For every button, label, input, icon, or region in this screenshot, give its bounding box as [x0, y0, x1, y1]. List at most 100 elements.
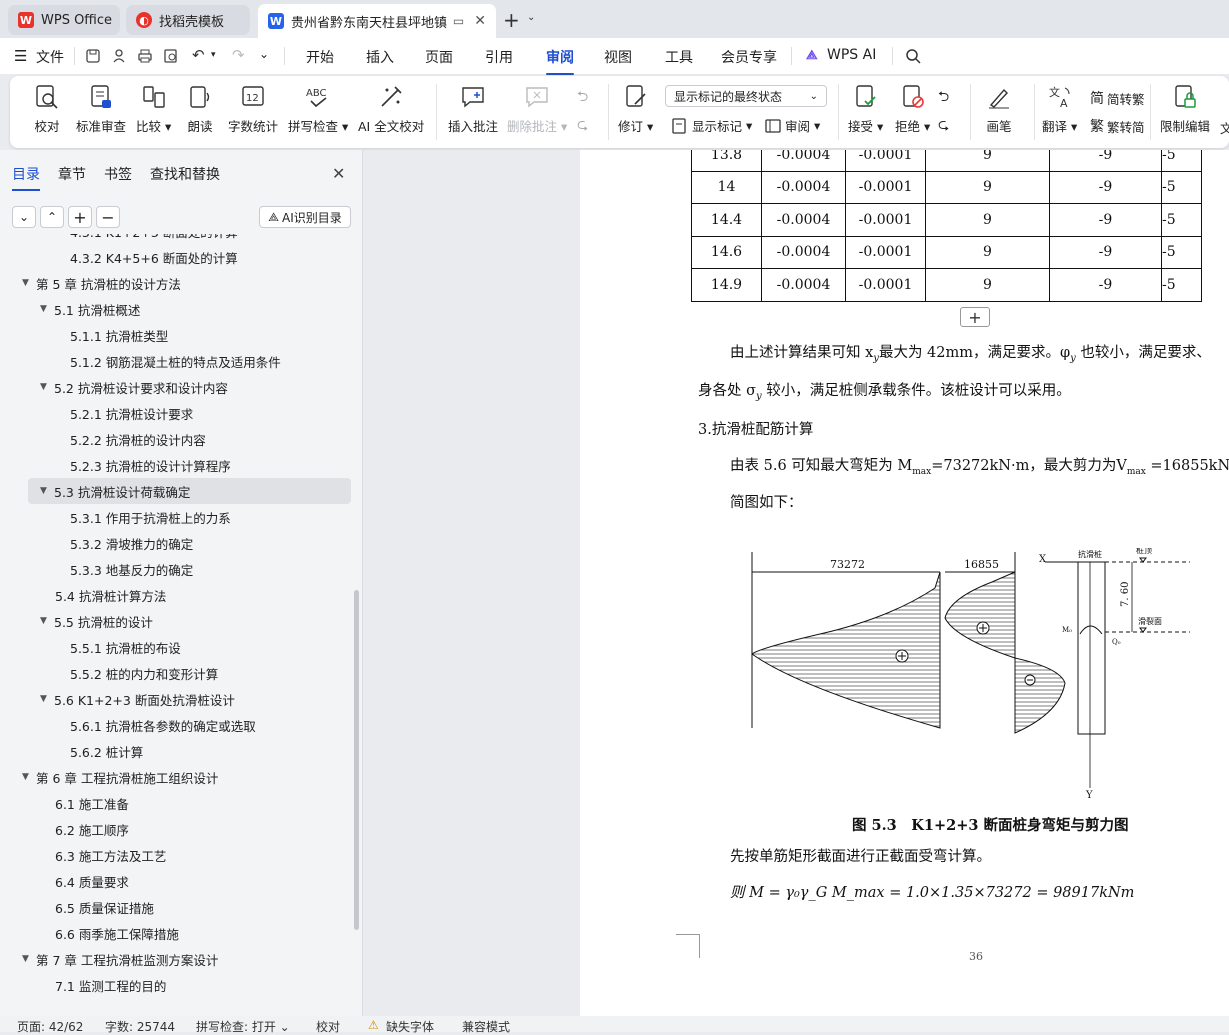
table-cell[interactable]: -0.0001 — [845, 203, 926, 237]
toc-item[interactable]: 5.2.1 抗滑桩设计要求 — [0, 400, 355, 426]
table-cell[interactable]: 9 — [925, 203, 1050, 237]
table-cell[interactable]: -0.0001 — [845, 268, 926, 302]
table-cell[interactable]: -9 — [1049, 150, 1162, 172]
add-heading-button[interactable]: + — [68, 206, 92, 228]
menu-home[interactable]: 开始 — [306, 47, 334, 67]
toc-item[interactable]: 6.2 施工顺序 — [0, 816, 355, 842]
track-changes-button[interactable]: 修订 ▾ — [618, 84, 653, 135]
read-aloud-button[interactable]: 朗读 — [187, 84, 213, 135]
standard-review-button[interactable]: 标准审查 — [76, 84, 126, 135]
toc-item[interactable]: ▼ 第 7 章 工程抗滑桩监测方案设计 — [0, 946, 355, 972]
screen-icon[interactable]: ▭ — [453, 14, 464, 28]
toc-expand-icon[interactable]: ▼ — [40, 694, 54, 704]
toc-item[interactable]: 5.2.2 抗滑桩的设计内容 — [0, 426, 355, 452]
toc-item[interactable]: 6.4 质量要求 — [0, 868, 355, 894]
menu-review[interactable]: 审阅 — [546, 47, 574, 75]
table-cell[interactable]: -9 — [1049, 170, 1162, 204]
toc-item[interactable]: 5.3.2 滑坡推力的确定 — [0, 530, 355, 556]
table-cell[interactable]: -0.0001 — [845, 235, 926, 269]
spell-check-button[interactable]: ABC 拼写检查 ▾ — [288, 84, 348, 135]
toc-item[interactable]: 5.4 抗滑桩计算方法 — [0, 582, 355, 608]
next-comment-icon[interactable]: ⮎ — [577, 114, 588, 138]
prev-change-icon[interactable]: ⮌ — [938, 86, 949, 110]
toc-item[interactable]: 6.3 施工方法及工艺 — [0, 842, 355, 868]
close-tab-icon[interactable]: ✕ — [474, 13, 486, 29]
table-cell[interactable]: 9 — [925, 170, 1050, 204]
redo-icon[interactable]: ↷ — [232, 46, 245, 64]
toc-item[interactable]: 6.1 施工准备 — [0, 790, 355, 816]
print-preview-icon[interactable] — [163, 48, 179, 64]
toc-item[interactable]: 5.5.1 抗滑桩的布设 — [0, 634, 355, 660]
translate-button[interactable]: 文A 翻译 ▾ — [1042, 84, 1077, 135]
tab-wps-office[interactable]: W WPS Office — [8, 5, 120, 35]
toc-item[interactable]: 5.3.1 作用于抗滑桩上的力系 — [0, 504, 355, 530]
prev-comment-icon[interactable]: ⮌ — [577, 86, 588, 110]
menu-insert[interactable]: 插入 — [366, 47, 394, 67]
proof-status[interactable]: 校对 — [316, 1018, 340, 1035]
reject-button[interactable]: 拒绝 ▾ — [895, 84, 930, 135]
to-traditional-button[interactable]: 简简转繁 — [1090, 88, 1145, 108]
hamburger-icon[interactable]: ☰ — [14, 47, 27, 65]
table-cell[interactable]: 9 — [925, 150, 1050, 172]
toc-item[interactable]: ▼ 5.5 抗滑桩的设计 — [0, 608, 355, 634]
pen-button[interactable]: 画笔 — [986, 84, 1012, 135]
toc-expand-icon[interactable]: ▼ — [22, 772, 36, 782]
table-cell[interactable]: -9 — [1049, 235, 1162, 269]
proofread-button[interactable]: 校对 — [34, 84, 60, 135]
toc-item[interactable]: 5.1.1 抗滑桩类型 — [0, 322, 355, 348]
toc-item[interactable]: 6.5 质量保证措施 — [0, 894, 355, 920]
panel-scrollbar[interactable] — [354, 590, 359, 930]
tab-toc[interactable]: 目录 — [12, 164, 40, 191]
toc-item[interactable]: 5.3.3 地基反力的确定 — [0, 556, 355, 582]
page-indicator[interactable]: 页面: 42/62 — [17, 1018, 83, 1035]
ai-toc-button[interactable]: ⟁ AI识别目录 — [259, 206, 351, 228]
ai-proofread-button[interactable]: AI 全文校对 — [358, 84, 424, 135]
table-cell[interactable]: -0.0001 — [845, 170, 926, 204]
new-tab-plus-icon[interactable]: + — [503, 8, 520, 32]
table-cell[interactable]: -5 — [1161, 150, 1202, 172]
restrict-editing-button[interactable]: 限制编辑 — [1160, 84, 1210, 135]
menu-wps-ai[interactable]: WPS AI — [827, 47, 876, 63]
table-cell[interactable]: -0.0004 — [761, 170, 846, 204]
review-pane-button[interactable]: 审阅 ▾ — [764, 116, 820, 135]
menu-page[interactable]: 页面 — [425, 47, 453, 67]
toc-expand-icon[interactable]: ▼ — [40, 616, 54, 626]
table-cell[interactable]: -9 — [1049, 203, 1162, 237]
toc-expand-icon[interactable]: ▼ — [40, 304, 54, 314]
word-count-indicator[interactable]: 字数: 25744 — [105, 1018, 175, 1035]
table-cell[interactable]: -9 — [1049, 268, 1162, 302]
remove-heading-button[interactable]: − — [96, 206, 120, 228]
collapse-up-button[interactable]: ⌃ — [40, 206, 64, 228]
table-cell[interactable]: 14.4 — [691, 203, 762, 237]
table-cell[interactable]: 14.9 — [691, 268, 762, 302]
menu-view[interactable]: 视图 — [604, 47, 632, 67]
menu-member[interactable]: 会员专享 — [721, 47, 777, 67]
table-cell[interactable]: -0.0004 — [761, 235, 846, 269]
missing-font-status[interactable]: 缺失字体 — [386, 1018, 434, 1035]
add-table-row-button[interactable]: + — [960, 307, 990, 327]
collapse-down-button[interactable]: ⌄ — [12, 206, 36, 228]
more-ribbon-button[interactable]: 文 — [1220, 118, 1229, 137]
spell-check-status[interactable]: 拼写检查: 打开 ⌄ — [196, 1018, 290, 1035]
table-cell[interactable]: -5 — [1161, 268, 1202, 302]
undo-dropdown-icon[interactable]: ▾ — [211, 50, 216, 60]
toc-item[interactable]: 7.1 监测工程的目的 — [0, 972, 355, 998]
menu-tools[interactable]: 工具 — [665, 47, 693, 67]
more-chevron-icon[interactable]: ⌄ — [259, 47, 269, 61]
toc-item[interactable]: ▼ 5.1 抗滑桩概述 — [0, 296, 355, 322]
toc-item[interactable]: ▼ 第 6 章 工程抗滑桩施工组织设计 — [0, 764, 355, 790]
tab-find-replace[interactable]: 查找和替换 — [150, 164, 220, 184]
table-cell[interactable]: 9 — [925, 235, 1050, 269]
delete-comment-button[interactable]: 删除批注 ▾ — [507, 84, 567, 135]
toc-item[interactable]: ▼ 5.3 抗滑桩设计荷载确定 — [28, 478, 351, 504]
toc-item[interactable]: 5.1.2 钢筋混凝土桩的特点及适用条件 — [0, 348, 355, 374]
table-cell[interactable]: 13.8 — [691, 150, 762, 172]
close-panel-icon[interactable]: ✕ — [332, 164, 345, 183]
toc-item[interactable]: 5.6.2 桩计算 — [0, 738, 355, 764]
menu-references[interactable]: 引用 — [485, 47, 513, 67]
table-cell[interactable]: 9 — [925, 268, 1050, 302]
tab-document[interactable]: W 贵州省黔东南天柱县坪地镇某 ▭ ✕ — [258, 4, 496, 38]
accept-button[interactable]: 接受 ▾ — [848, 84, 883, 135]
menu-file[interactable]: 文件 — [36, 47, 64, 67]
toc-expand-icon[interactable]: ▼ — [40, 382, 54, 392]
